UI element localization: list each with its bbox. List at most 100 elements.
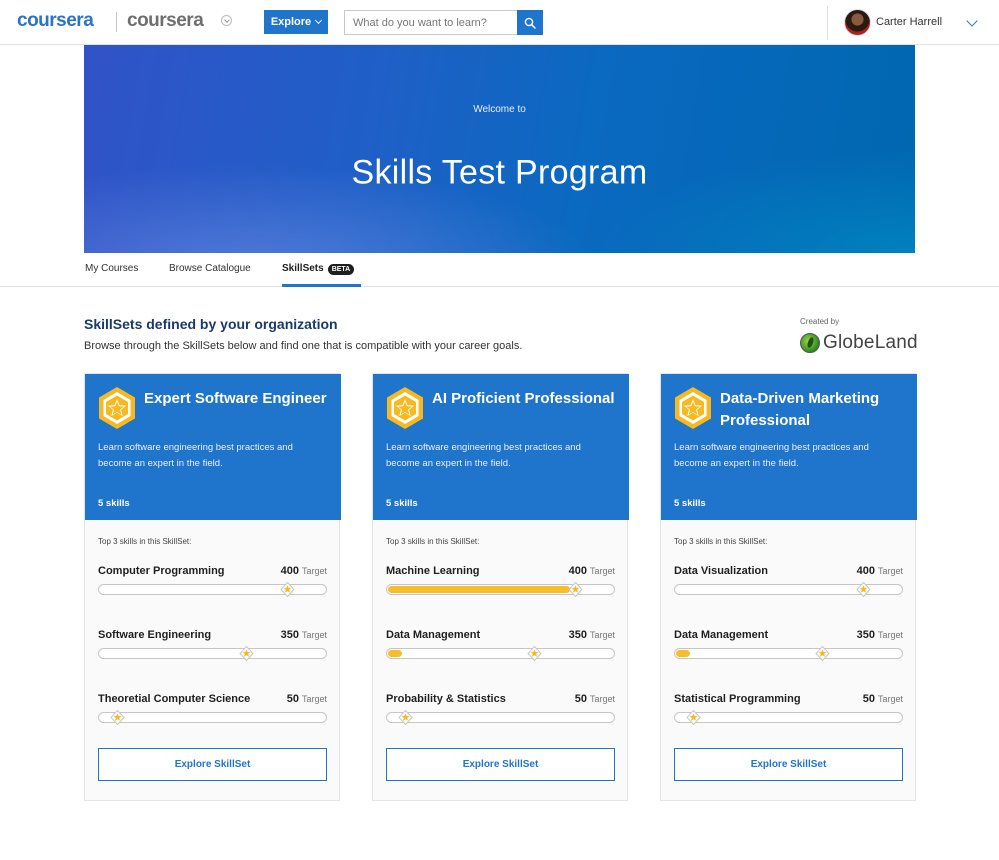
skill-target-value: 400: [568, 565, 587, 577]
star-icon: [110, 709, 125, 726]
skill-name: Data Visualization: [674, 565, 768, 577]
card-skill-count: 5 skills: [386, 498, 418, 509]
skill-progress-bar: [386, 709, 615, 726]
skill-target-value: 350: [280, 629, 299, 641]
skill-target-unit: Target: [877, 694, 903, 704]
card-header: Data-Driven Marketing Professional Learn …: [661, 374, 917, 520]
search-button[interactable]: [517, 10, 543, 35]
explore-skillset-button[interactable]: Explore SkillSet: [386, 748, 615, 781]
skill-progress-bar: [674, 645, 903, 662]
card-badge: [97, 386, 137, 430]
skill-name: Probability & Statistics: [386, 693, 506, 705]
section-subtitle: Browse through the SkillSets below and f…: [84, 340, 523, 352]
skill-row: Data Visualization 400 Target: [674, 565, 903, 605]
skillset-card[interactable]: Expert Software Engineer Learn software e…: [84, 373, 341, 801]
skill-target: 50 Target: [863, 693, 903, 705]
tab-label: Browse Catalogue: [169, 263, 251, 274]
star-icon: [280, 581, 295, 598]
tab-label: My Courses: [85, 263, 139, 274]
globe-leaf-icon: [800, 333, 820, 353]
skill-progress-bar: [674, 581, 903, 598]
hero-banner: Welcome to Skills Test Program: [84, 45, 915, 253]
skill-target: 400 Target: [281, 565, 327, 577]
card-description: Learn software engineering best practice…: [98, 442, 293, 469]
skill-target-value: 400: [856, 565, 875, 577]
skill-target: 350 Target: [281, 629, 327, 641]
card-title[interactable]: AI Proficient Professional: [432, 388, 622, 410]
star-icon: [814, 645, 830, 662]
star-badge-icon: [387, 387, 423, 429]
skill-row: Computer Programming 400 Target: [98, 565, 327, 605]
tab-browse-catalogue[interactable]: Browse Catalogue: [169, 263, 251, 287]
avatar[interactable]: [844, 9, 871, 36]
target-marker: [110, 709, 125, 726]
skill-target-value: 350: [856, 629, 875, 641]
skill-name: Theoretial Computer Science: [98, 693, 251, 705]
skill-target: 350 Target: [857, 629, 903, 641]
target-marker: [280, 581, 295, 598]
card-title[interactable]: Data-Driven Marketing Professional: [720, 388, 910, 432]
star-icon: [686, 709, 701, 726]
program-tabs: My Courses Browse Catalogue SkillSets BE…: [0, 253, 999, 287]
skill-progress-bar: [98, 581, 327, 598]
skill-progress-fill: [388, 586, 570, 593]
skill-progress-bar: [386, 645, 615, 662]
org-logo: GlobeLand: [800, 332, 918, 354]
org-name: GlobeLand: [823, 332, 918, 353]
explore-skillset-button[interactable]: Explore SkillSet: [98, 748, 327, 781]
skill-target: 350 Target: [569, 629, 615, 641]
skill-target-value: 50: [574, 693, 587, 705]
skillset-card[interactable]: Data-Driven Marketing Professional Learn …: [660, 373, 917, 801]
explore-skillset-button[interactable]: Explore SkillSet: [674, 748, 903, 781]
skill-name: Machine Learning: [386, 565, 480, 577]
star-icon: [398, 709, 413, 726]
star-badge-icon: [675, 387, 711, 429]
search-input[interactable]: [344, 10, 518, 35]
organization-logo[interactable]: coursera: [127, 10, 204, 32]
skill-row: Data Management 350 Target: [674, 629, 903, 669]
skill-progress-bar: [386, 581, 615, 598]
explore-button-label: Explore: [270, 16, 312, 28]
user-name[interactable]: Carter Harrell: [876, 16, 942, 28]
target-marker: [238, 645, 254, 662]
star-icon: [856, 581, 871, 598]
target-marker: [568, 581, 583, 598]
target-marker: [686, 709, 701, 726]
star-icon: [568, 581, 583, 598]
chevron-down-icon[interactable]: [221, 15, 232, 26]
header-divider: [827, 6, 828, 40]
skill-row: Probability & Statistics 50 Target: [386, 693, 615, 733]
skill-target-value: 50: [862, 693, 875, 705]
chevron-down-icon: [315, 16, 323, 25]
star-icon: [526, 645, 542, 662]
tab-skillsets[interactable]: SkillSets BETA: [282, 263, 361, 287]
coursera-logo[interactable]: coursera: [17, 10, 94, 32]
search-icon: [524, 17, 536, 29]
target-marker: [398, 709, 413, 726]
top-skills-label: Top 3 skills in this SkillSet:: [386, 537, 480, 546]
card-title[interactable]: Expert Software Engineer: [144, 388, 334, 410]
explore-button[interactable]: Explore: [264, 10, 328, 34]
created-by-label: Created by: [800, 317, 840, 326]
star-badge-icon: [99, 387, 135, 429]
skill-target-value: 400: [280, 565, 299, 577]
skill-progress-bar: [674, 709, 903, 726]
card-badge: [385, 386, 425, 430]
card-description: Learn software engineering best practice…: [386, 442, 581, 469]
skill-target: 50 Target: [287, 693, 327, 705]
card-header: AI Proficient Professional Learn software…: [373, 374, 629, 520]
chevron-down-icon[interactable]: [966, 15, 978, 27]
skillset-card[interactable]: AI Proficient Professional Learn software…: [372, 373, 629, 801]
skill-row: Data Management 350 Target: [386, 629, 615, 669]
skill-row: Software Engineering 350 Target: [98, 629, 327, 669]
skill-target: 50 Target: [575, 693, 615, 705]
star-icon: [238, 645, 254, 662]
tab-label: SkillSets: [282, 263, 324, 274]
skill-name: Computer Programming: [98, 565, 225, 577]
card-badge: [673, 386, 713, 430]
top-skills-label: Top 3 skills in this SkillSet:: [674, 537, 768, 546]
tab-my-courses[interactable]: My Courses: [85, 263, 138, 287]
skill-target-unit: Target: [877, 566, 903, 576]
hero-welcome-text: Welcome to: [473, 104, 526, 115]
skill-target: 400 Target: [857, 565, 903, 577]
